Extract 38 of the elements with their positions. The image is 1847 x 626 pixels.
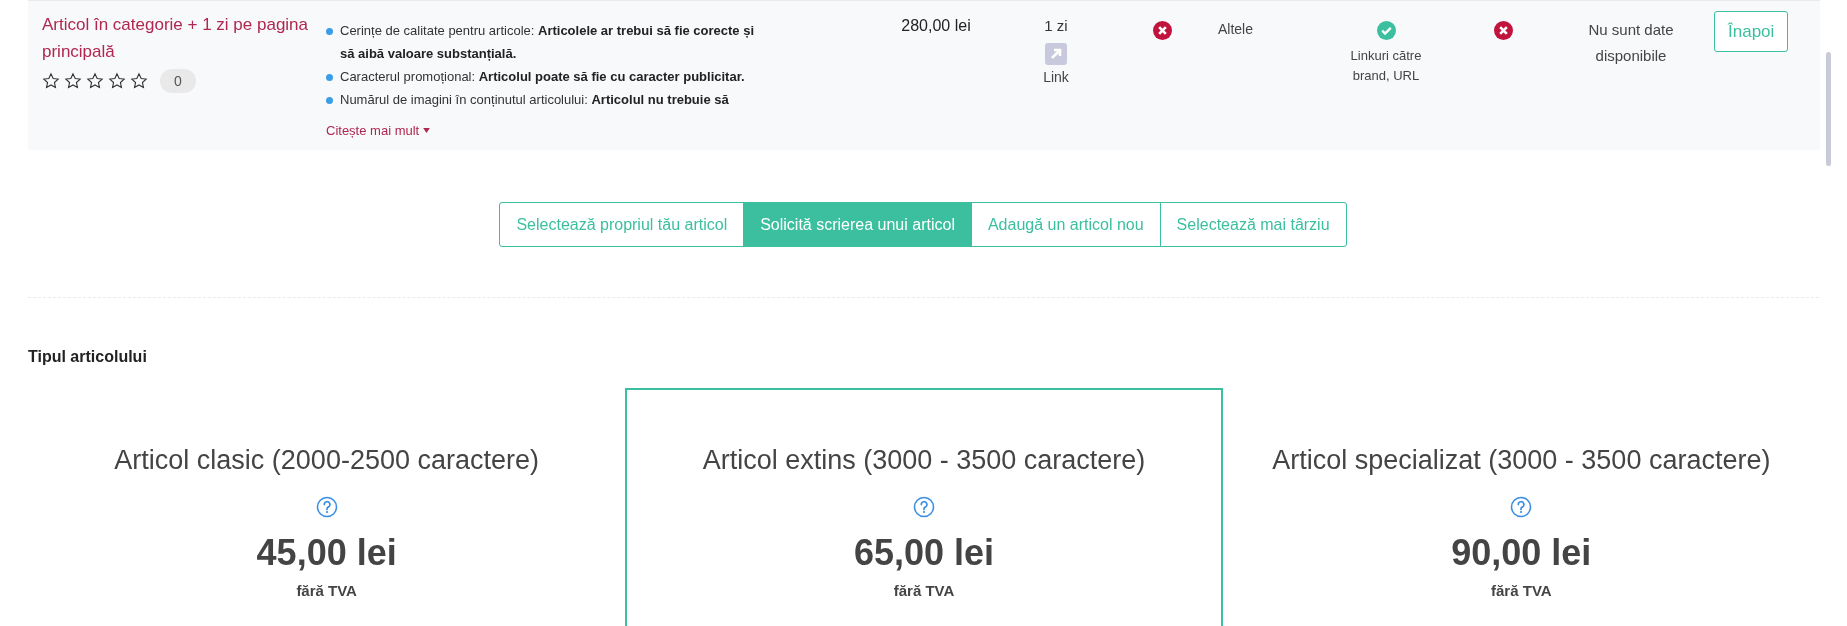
requirement-text: Cerințe de calitate pentru articole: Articolele ar trebui să fie corecte și să aibă valoare substanțială. — [340, 22, 756, 63]
offer-title[interactable]: Articol în categorie + 1 zi pe pagina principală — [42, 11, 312, 65]
vat-note: fără TVA — [893, 582, 955, 599]
star-icon[interactable] — [108, 72, 126, 90]
section-title: Tipul articolului — [28, 348, 148, 366]
article-type-title: Articol specializat (3000 - 3500 caractere) — [1272, 445, 1771, 476]
help-icon[interactable] — [913, 496, 935, 518]
article-type-price: 90,00 lei — [1451, 532, 1592, 574]
star-icon[interactable] — [86, 72, 104, 90]
requirement-text: Numărul de imagini în conținutul articolului: Articolul nu trebuie să — [340, 91, 729, 109]
article-type-card[interactable]: Articol clasic (2000-2500 caractere) 45,00 lei fără TVA — [28, 388, 626, 626]
article-type-title: Articol extins (3000 - 3500 caractere) — [702, 445, 1146, 476]
price: 280,00 lei — [901, 17, 971, 34]
star-icon[interactable] — [130, 72, 148, 90]
article-type-price: 65,00 lei — [853, 532, 995, 574]
help-icon[interactable] — [1510, 496, 1533, 518]
requirement-text: Caracterul promoțional: Articolul poate să fie cu caracter publicitar. — [340, 68, 745, 86]
article-type-title: Articol clasic (2000-2500 caractere) — [114, 445, 539, 476]
read-more-link[interactable]: Citește mai mult — [326, 123, 431, 138]
cell-text: Altele — [1218, 21, 1254, 37]
article-type-price: 45,00 lei — [256, 532, 397, 574]
article-type-card[interactable]: Articol specializat (3000 - 3500 caractere) 90,00 lei fără TVA — [1222, 388, 1820, 626]
status-text: Linkuri către brand, URL — [1349, 47, 1423, 85]
cell-text: Nu sunt date disponibile — [1587, 20, 1675, 66]
bullet-icon — [326, 97, 333, 104]
caret-icon — [423, 128, 431, 133]
bullet-icon — [326, 74, 333, 81]
star-icon[interactable] — [42, 72, 60, 90]
help-icon[interactable] — [315, 496, 338, 518]
review-count: 0 — [160, 69, 196, 93]
link-label[interactable]: Link — [1043, 69, 1069, 85]
star-icon[interactable] — [64, 72, 82, 90]
scrollbar[interactable] — [1826, 52, 1831, 166]
vat-note: fără TVA — [1491, 582, 1552, 599]
article-type-card[interactable]: Articol extins (3000 - 3500 caractere) 65,00 lei fără TVA — [625, 388, 1223, 626]
vat-note: fără TVA — [296, 582, 357, 599]
bullet-icon — [326, 28, 333, 35]
duration: 1 zi — [1044, 17, 1068, 34]
